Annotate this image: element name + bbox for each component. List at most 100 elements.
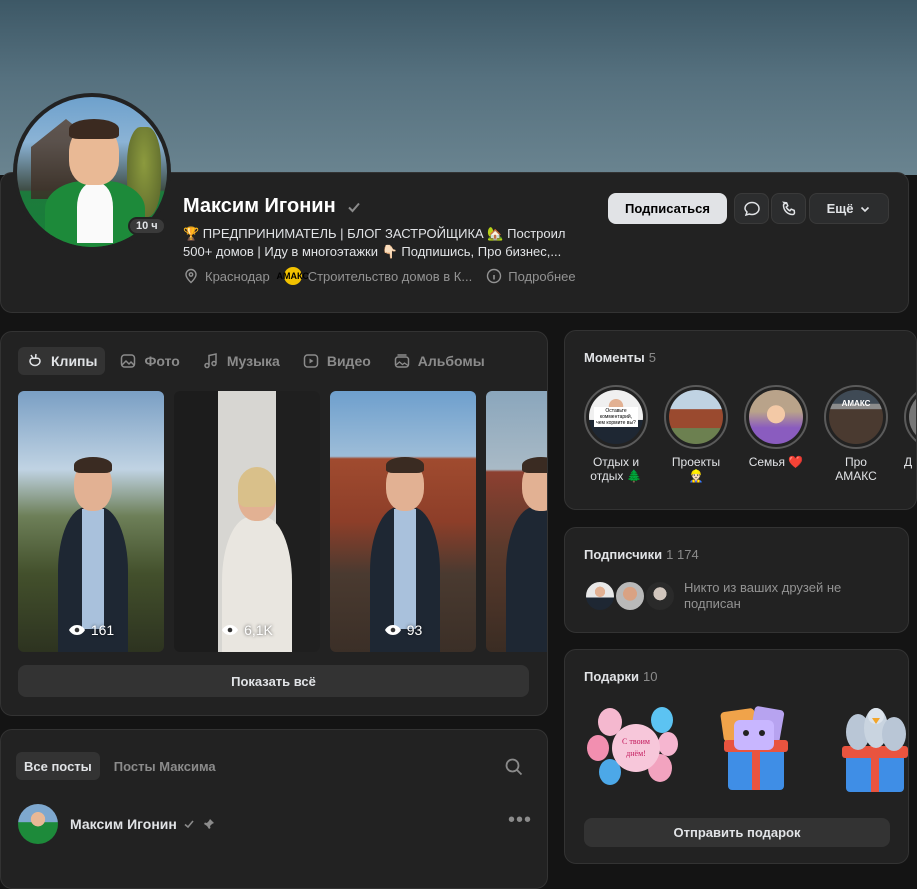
city-label: Краснодар xyxy=(205,268,270,284)
company-info[interactable]: АМАКС Строительство домов в К... xyxy=(277,267,473,285)
photo-icon xyxy=(121,354,136,368)
subscribe-button[interactable]: Подписаться xyxy=(608,193,727,224)
moment-thumbnail: Оставьте комментарий, чем кормите вы? xyxy=(589,390,643,444)
views-count: 161 xyxy=(90,622,115,638)
moment-label: Про АМАКС xyxy=(835,455,877,483)
message-icon xyxy=(743,201,760,216)
moments-title-label: Моменты xyxy=(584,350,645,365)
story-age-badge: 10 ч xyxy=(128,217,166,235)
post-author-name[interactable]: Максим Игонин xyxy=(70,816,177,832)
subscribers-row[interactable]: Никто из ваших друзей не подписан xyxy=(584,580,864,612)
subscribers-title[interactable]: Подписчики 1 174 xyxy=(584,547,699,562)
more-button[interactable]: Ещё xyxy=(809,193,889,224)
gifts-title[interactable]: Подарки 10 xyxy=(584,669,658,684)
moment-thumbnail xyxy=(749,390,803,444)
profile-name: Максим Игонин xyxy=(183,195,336,217)
clip-item[interactable]: 93 xyxy=(330,391,476,652)
subscribers-count: 1 174 xyxy=(666,547,699,562)
music-icon xyxy=(204,353,217,369)
moment-item[interactable]: Семья ❤️ xyxy=(744,385,808,483)
location-icon xyxy=(185,268,197,284)
moments-panel: Моменты 5 Оставьте комментарий, чем корми… xyxy=(564,330,917,510)
moments-title[interactable]: Моменты 5 xyxy=(584,350,656,365)
clip-views: 161 xyxy=(18,622,164,638)
tab-label: Альбомы xyxy=(417,353,485,369)
gifts-panel: Подарки 10 С твоим днём! Отправить подар… xyxy=(564,649,909,864)
tab-label: Музыка xyxy=(226,353,280,369)
posts-panel: Все посты Посты Максима Максим Игонин ••… xyxy=(0,729,548,889)
tab-albums[interactable]: Альбомы xyxy=(385,347,493,375)
post-author[interactable]: Максим Игонин xyxy=(18,804,215,844)
posts-tabs: Все посты Посты Максима xyxy=(16,752,224,780)
tab-all-posts[interactable]: Все посты xyxy=(16,752,100,780)
tab-label: Видео xyxy=(326,353,371,369)
tab-video[interactable]: Видео xyxy=(294,347,379,375)
details-label: Подробнее xyxy=(508,268,576,284)
more-options-icon[interactable]: ••• xyxy=(508,810,532,830)
gift-balloons[interactable]: С твоим днём! xyxy=(584,700,680,800)
video-icon xyxy=(303,354,319,368)
gift-penguins-icon xyxy=(842,708,908,792)
gifts-list: С твоим днём! xyxy=(584,700,917,800)
show-all-button[interactable]: Показать всё xyxy=(18,665,529,697)
moment-item[interactable]: АМАКС Про АМАКС xyxy=(824,385,888,483)
subscribers-note: Никто из ваших друзей не подписан xyxy=(684,580,842,611)
company-logo-icon: АМАКС xyxy=(277,267,309,285)
gifts-title-label: Подарки xyxy=(584,669,640,684)
profile-meta: Краснодар АМАКС Строительство домов в К.… xyxy=(183,267,576,285)
moment-label: Д xyxy=(904,455,913,469)
tab-clips[interactable]: Клипы xyxy=(18,347,106,375)
tab-music[interactable]: Музыка xyxy=(194,347,288,375)
balloon-text: днём! xyxy=(626,749,646,758)
pin-icon xyxy=(203,819,214,829)
tab-author-posts[interactable]: Посты Максима xyxy=(106,752,224,780)
gift-box-2[interactable] xyxy=(824,700,917,800)
more-label: Ещё xyxy=(826,201,854,216)
clip-views: 6,1K xyxy=(174,622,320,638)
call-button[interactable] xyxy=(771,193,806,224)
moments-count: 5 xyxy=(648,350,657,365)
eye-icon xyxy=(222,625,239,635)
moment-item[interactable]: Д xyxy=(904,385,916,483)
send-gift-button[interactable]: Отправить подарок xyxy=(584,818,890,847)
verified-icon xyxy=(348,202,360,213)
views-count: 6,1K xyxy=(244,622,273,638)
moment-item[interactable]: Проекты 👷🏻 xyxy=(664,385,728,483)
balloon-text: С твоим xyxy=(622,737,650,746)
views-count: 93 xyxy=(406,622,423,638)
info-icon xyxy=(487,268,502,284)
tab-photo[interactable]: Фото xyxy=(111,347,187,375)
balloons-icon: С твоим днём! xyxy=(587,707,678,785)
moment-thumbnail: АМАКС xyxy=(829,390,883,444)
verified-icon xyxy=(184,820,194,829)
avatar xyxy=(584,580,616,612)
media-tabs: Клипы Фото Музыка Видео Альбомы xyxy=(18,347,493,375)
gift-box-1[interactable] xyxy=(704,700,800,800)
details-link[interactable]: Подробнее xyxy=(486,268,576,284)
gift-box-icon xyxy=(720,706,788,790)
subscribers-title-label: Подписчики xyxy=(584,547,663,562)
avatar xyxy=(644,580,676,612)
chevron-down-icon xyxy=(861,206,870,212)
avatar[interactable] xyxy=(18,804,58,844)
moment-label: Семья ❤️ xyxy=(748,455,804,469)
moment-label: Отдых и отдых 🌲 xyxy=(590,455,642,483)
moment-item[interactable]: Оставьте комментарий, чем кормите вы? От… xyxy=(584,385,648,483)
city-info[interactable]: Краснодар xyxy=(183,268,270,284)
clip-item[interactable]: 6,1K xyxy=(174,391,320,652)
moment-label: Проекты 👷🏻 xyxy=(671,455,721,483)
search-icon[interactable] xyxy=(504,757,524,777)
tab-label: Фото xyxy=(144,353,180,369)
gifts-count: 10 xyxy=(643,669,658,684)
message-button[interactable] xyxy=(734,193,769,224)
clip-item[interactable]: 161 xyxy=(18,391,164,652)
clip-views: 93 xyxy=(330,622,476,638)
moment-thumb-text: Оставьте комментарий, чем кормите вы? xyxy=(594,407,638,427)
profile-bio: 🏆 ПРЕДПРИНИМАТЕЛЬ | БЛОГ ЗАСТРОЙЩИКА 🏡 П… xyxy=(183,226,566,259)
clip-item[interactable] xyxy=(486,391,547,652)
media-panel: Клипы Фото Музыка Видео Альбомы 161 6,1K… xyxy=(0,331,548,716)
subscribers-panel: Подписчики 1 174 Никто из ваших друзей не… xyxy=(564,527,909,633)
moment-thumb-text: АМАКС xyxy=(841,399,871,408)
tab-label: Клипы xyxy=(51,353,98,369)
company-label: Строительство домов в К... xyxy=(307,268,473,284)
